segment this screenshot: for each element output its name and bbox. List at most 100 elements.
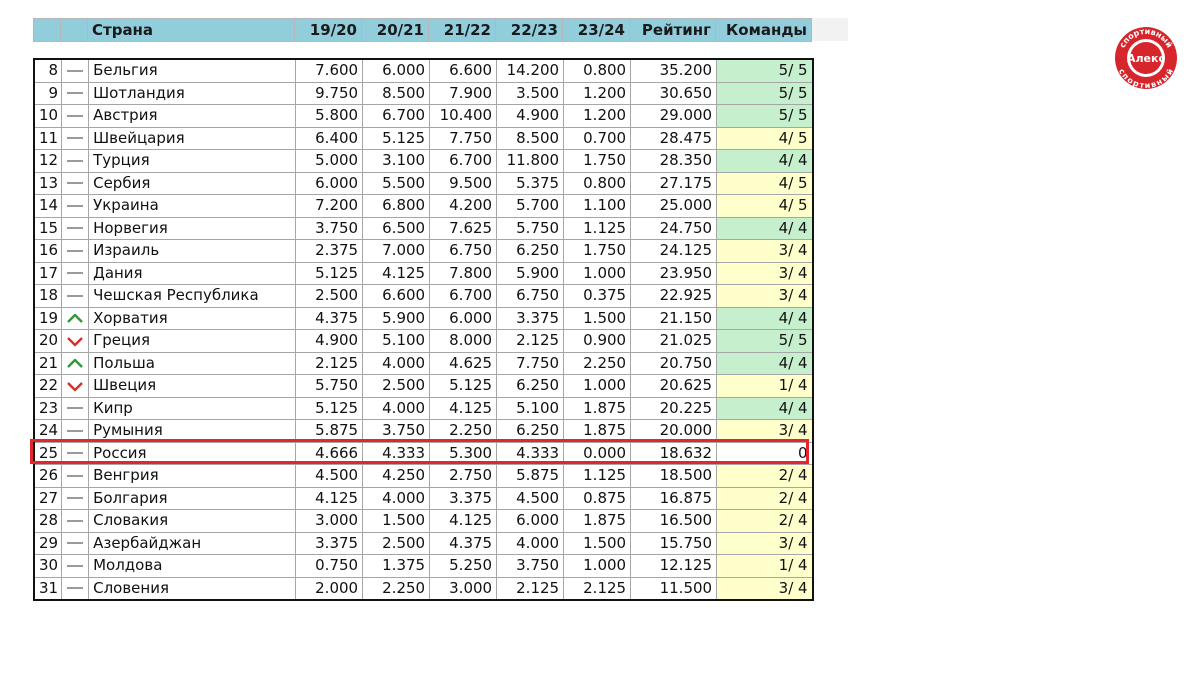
season-2-cell: 7.000: [362, 239, 431, 263]
rank-cell: 25: [33, 441, 63, 465]
season-3-cell: 4.200: [429, 194, 498, 218]
trend-down-icon: [67, 336, 83, 346]
table-row[interactable]: 8 Бельгия 7.600 6.000 6.600 14.200 0.800 35.200…: [33, 58, 814, 83]
table-row[interactable]: 19 Хорватия 4.375 5.900 6.000 3.375 1.500 21.15…: [33, 306, 814, 330]
season-1-cell: 7.200: [295, 194, 364, 218]
trend-cell: [61, 306, 90, 330]
table-body: 8 Бельгия 7.600 6.000 6.600 14.200 0.800 35.200…: [33, 58, 814, 601]
teams-cell: 5/ 5: [716, 104, 814, 128]
season-1-cell: 5.125: [295, 396, 364, 420]
teams-cell: 3/ 4: [716, 239, 814, 263]
season-2-cell: 6.600: [362, 284, 431, 308]
season-5-cell: 1.500: [563, 306, 632, 330]
season-4-cell: 4.900: [496, 104, 565, 128]
teams-cell: 5/ 5: [716, 329, 814, 353]
season-4-cell: 5.375: [496, 171, 565, 195]
season-1-cell: 6.400: [295, 126, 364, 150]
table-row[interactable]: 21 Польша 2.125 4.000 4.625 7.750 2.250 20.750 4…: [33, 351, 814, 375]
table-row[interactable]: 17 Дания 5.125 4.125 7.800 5.900 1.000 23.950 3/…: [33, 261, 814, 285]
season-1-cell: 9.750: [295, 81, 364, 105]
trend-same-icon: [67, 249, 84, 252]
table-row[interactable]: 16 Израиль 2.375 7.000 6.750 6.250 1.750 24.125…: [33, 239, 814, 263]
teams-cell: 2/ 4: [716, 486, 814, 510]
header-rating[interactable]: Рейтинг: [629, 18, 716, 42]
season-3-cell: 6.700: [429, 149, 498, 173]
header-season-20-21[interactable]: 20/21: [361, 18, 429, 42]
header-season-19-20[interactable]: 19/20: [294, 18, 362, 42]
season-5-cell: 0.700: [563, 126, 632, 150]
trend-same-icon: [67, 294, 84, 297]
table-row[interactable]: 18 Чешская Республика 2.500 6.600 6.700 6.750…: [33, 284, 814, 308]
table-row[interactable]: 14 Украина 7.200 6.800 4.200 5.700 1.100 25.000…: [33, 194, 814, 218]
season-5-cell: 0.875: [563, 486, 632, 510]
season-5-cell: 1.500: [563, 531, 632, 555]
table-row[interactable]: 20 Греция 4.900 5.100 8.000 2.125 0.900 21.025 5…: [33, 329, 814, 353]
rating-cell: 28.350: [630, 149, 718, 173]
header-season-23-24[interactable]: 23/24: [562, 18, 630, 42]
table-row[interactable]: 30 Молдова 0.750 1.375 5.250 3.750 1.000 12.125…: [33, 554, 814, 578]
table-row[interactable]: 12 Турция 5.000 3.100 6.700 11.800 1.750 28.350…: [33, 149, 814, 173]
season-1-cell: 3.000: [295, 509, 364, 533]
table-row[interactable]: 31 Словения 2.000 2.250 3.000 2.125 2.125 11.50…: [33, 576, 814, 601]
season-5-cell: 1.750: [563, 239, 632, 263]
season-5-cell: 1.125: [563, 464, 632, 488]
season-4-cell: 11.800: [496, 149, 565, 173]
table-row[interactable]: 10 Австрия 5.800 6.700 10.400 4.900 1.200 29.00…: [33, 104, 814, 128]
season-3-cell: 4.125: [429, 509, 498, 533]
trend-same-icon: [67, 272, 84, 275]
table-row[interactable]: 9 Шотландия 9.750 8.500 7.900 3.500 1.200 30.65…: [33, 81, 814, 105]
header-teams[interactable]: Команды: [715, 18, 812, 42]
table-row[interactable]: 13 Сербия 6.000 5.500 9.500 5.375 0.800 27.175 4…: [33, 171, 814, 195]
table-row[interactable]: 29 Азербайджан 3.375 2.500 4.375 4.000 1.500 15…: [33, 531, 814, 555]
season-2-cell: 2.500: [362, 374, 431, 398]
country-cell: Шотландия: [88, 81, 297, 105]
teams-cell: 3/ 4: [716, 531, 814, 555]
teams-cell: 3/ 4: [716, 576, 814, 601]
season-2-cell: 1.375: [362, 554, 431, 578]
rank-cell: 27: [33, 486, 63, 510]
season-1-cell: 5.000: [295, 149, 364, 173]
trend-cell: [61, 486, 90, 510]
teams-cell: 3/ 4: [716, 261, 814, 285]
country-cell: Украина: [88, 194, 297, 218]
season-2-cell: 2.250: [362, 576, 431, 601]
table-row[interactable]: 22 Швеция 5.750 2.500 5.125 6.250 1.000 20.625 1…: [33, 374, 814, 398]
teams-cell: 3/ 4: [716, 284, 814, 308]
table-row[interactable]: 28 Словакия 3.000 1.500 4.125 6.000 1.875 16.50…: [33, 509, 814, 533]
rating-cell: 18.500: [630, 464, 718, 488]
season-3-cell: 7.900: [429, 81, 498, 105]
teams-cell: 4/ 4: [716, 216, 814, 240]
table-row[interactable]: 23 Кипр 5.125 4.000 4.125 5.100 1.875 20.225 4/ …: [33, 396, 814, 420]
season-1-cell: 4.125: [295, 486, 364, 510]
season-3-cell: 2.750: [429, 464, 498, 488]
table-row[interactable]: 26 Венгрия 4.500 4.250 2.750 5.875 1.125 18.500…: [33, 464, 814, 488]
rank-cell: 9: [33, 81, 63, 105]
trend-cell: [61, 329, 90, 353]
table-row[interactable]: 11 Швейцария 6.400 5.125 7.750 8.500 0.700 28.4…: [33, 126, 814, 150]
season-2-cell: 5.900: [362, 306, 431, 330]
table-row[interactable]: 24 Румыния 5.875 3.750 2.250 6.250 1.875 20.000…: [33, 419, 814, 443]
teams-cell: 0: [716, 441, 814, 465]
table-row[interactable]: 15 Норвегия 3.750 6.500 7.625 5.750 1.125 24.75…: [33, 216, 814, 240]
teams-cell: 4/ 4: [716, 149, 814, 173]
season-2-cell: 4.125: [362, 261, 431, 285]
header-season-21-22[interactable]: 21/22: [428, 18, 496, 42]
rating-cell: 35.200: [630, 58, 718, 83]
season-1-cell: 6.000: [295, 171, 364, 195]
country-cell: Швейцария: [88, 126, 297, 150]
table-row[interactable]: 27 Болгария 4.125 4.000 3.375 4.500 0.875 16.87…: [33, 486, 814, 510]
season-4-cell: 6.000: [496, 509, 565, 533]
rank-cell: 8: [33, 58, 63, 83]
table-row[interactable]: 25 Россия 4.666 4.333 5.300 4.333 0.000 18.632 0: [33, 441, 814, 465]
trend-same-icon: [67, 587, 84, 590]
trend-cell: [61, 261, 90, 285]
trend-cell: [61, 464, 90, 488]
trend-up-icon: [67, 359, 83, 369]
header-season-22-23[interactable]: 22/23: [495, 18, 563, 42]
season-5-cell: 1.875: [563, 396, 632, 420]
season-4-cell: 5.700: [496, 194, 565, 218]
teams-cell: 5/ 5: [716, 81, 814, 105]
season-4-cell: 3.500: [496, 81, 565, 105]
season-1-cell: 5.125: [295, 261, 364, 285]
header-country[interactable]: Страна: [87, 18, 295, 42]
